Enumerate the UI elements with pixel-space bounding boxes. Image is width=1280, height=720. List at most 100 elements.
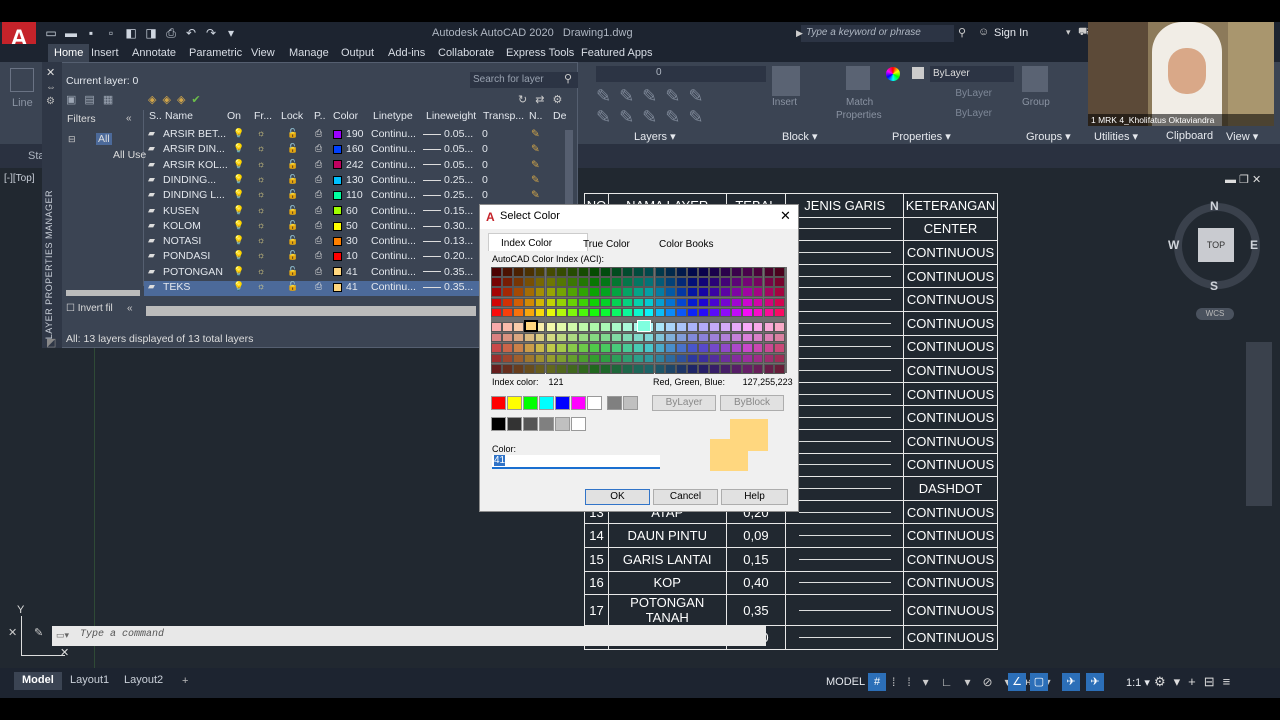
aci-color-cell[interactable] [763, 353, 775, 364]
aci-color-cell[interactable] [741, 307, 753, 318]
aci-color-cell[interactable] [567, 267, 579, 277]
aci-color-cell[interactable] [654, 364, 666, 374]
aci-color-cell[interactable] [741, 332, 753, 343]
aci-color-cell[interactable] [698, 277, 709, 287]
aci-color-cell[interactable] [545, 332, 557, 343]
aci-color-cell[interactable] [687, 307, 699, 318]
gray-color-cell[interactable] [555, 417, 570, 431]
aci-color-cell[interactable] [556, 332, 568, 343]
aci-color-cell[interactable] [523, 364, 535, 374]
color-input[interactable]: 41 [492, 455, 660, 469]
aci-color-cell[interactable] [774, 353, 786, 364]
aci-color-cell[interactable] [687, 353, 699, 364]
aci-color-cell[interactable] [545, 343, 557, 353]
layer-lineweight[interactable]: 0.05... [423, 128, 473, 140]
layer-lineweight[interactable]: 0.20... [423, 250, 473, 262]
column-header-color-6[interactable]: Color [333, 110, 359, 128]
line-tool-icon[interactable] [10, 68, 34, 92]
aci-color-cell[interactable] [654, 353, 666, 364]
layer-color[interactable]: 110 [333, 189, 363, 201]
aci-color-cell[interactable] [709, 267, 720, 277]
aci-color-cell[interactable] [676, 277, 688, 287]
layer-linetype[interactable]: Continu... [371, 235, 416, 247]
aci-color-cell[interactable] [698, 287, 709, 297]
status-icon[interactable]: ▰ [148, 159, 155, 170]
aci-color-cell[interactable] [578, 332, 590, 343]
plot-icon[interactable]: ⎙ [315, 220, 322, 231]
column-header-fr-3[interactable]: Fr... [254, 110, 273, 128]
aci-color-cell[interactable] [578, 277, 590, 287]
aci-color-cell[interactable] [621, 364, 633, 374]
aci-color-cell[interactable] [763, 277, 775, 287]
tab-output[interactable]: Output [341, 47, 374, 59]
select-color-dialog[interactable]: Select Color A ✕ Index Color True Color … [479, 204, 799, 512]
aci-color-cell[interactable] [654, 307, 666, 318]
layer-lineweight[interactable]: 0.15... [423, 205, 473, 217]
model-space-button[interactable]: MODEL [826, 676, 865, 688]
gray-color-cell[interactable] [571, 417, 586, 431]
layer-color[interactable]: 242 [333, 159, 364, 171]
layer-transparency[interactable]: 0 [482, 159, 488, 171]
aci-color-cell[interactable] [687, 332, 699, 343]
gray-color-cell[interactable] [523, 417, 538, 431]
plot-icon[interactable]: ⎙ [315, 281, 322, 292]
aci-color-cell[interactable] [752, 267, 764, 277]
aci-color-cell[interactable] [501, 322, 513, 332]
aci-color-cell[interactable] [730, 332, 742, 343]
on-bulb-icon[interactable]: 💡 [233, 281, 244, 292]
command-input[interactable]: Type a command [52, 626, 766, 646]
aci-color-cell[interactable] [501, 307, 513, 318]
aci-color-cell[interactable] [741, 277, 753, 287]
collapse-filter-icon[interactable]: « [126, 113, 132, 124]
lock-icon[interactable]: 🔓 [287, 128, 298, 139]
aci-color-cell[interactable] [719, 277, 731, 287]
aci-color-cell[interactable] [556, 307, 568, 318]
tab-home[interactable]: Home [48, 44, 90, 62]
aci-color-cell[interactable] [719, 297, 731, 308]
aci-color-cell[interactable] [600, 287, 611, 297]
aci-color-cell[interactable] [545, 267, 557, 277]
aci-color-cell[interactable] [774, 287, 786, 297]
aci-color-cell[interactable] [774, 297, 786, 308]
layer-linetype[interactable]: Continu... [371, 143, 416, 155]
aci-color-cell[interactable] [523, 332, 535, 343]
layer-color[interactable]: 50 [333, 220, 358, 232]
standard-color-cell[interactable] [607, 396, 622, 410]
layer-linetype[interactable]: Continu... [371, 159, 416, 171]
aci-color-cell[interactable] [709, 287, 720, 297]
column-header-p-5[interactable]: P.. [314, 110, 326, 128]
layer-row[interactable]: ▰ ARSIR KOL... 💡 ☼ 🔓 ⎙ 242 Continu... 0.05... 0 ✎ [144, 159, 564, 174]
aci-color-cell[interactable] [730, 287, 742, 297]
aci-color-cell[interactable] [719, 343, 731, 353]
on-bulb-icon[interactable]: 💡 [233, 143, 244, 154]
close-palette-icon[interactable]: ✕ [46, 66, 55, 79]
aci-color-cell[interactable] [545, 353, 557, 364]
aci-color-cell[interactable] [654, 277, 666, 287]
layer-row[interactable]: ▰ ARSIR DIN... 💡 ☼ 🔓 ⎙ 160 Continu... 0.05... 0 ✎ [144, 143, 564, 158]
aci-color-cell[interactable] [621, 297, 633, 308]
aci-color-cell[interactable] [491, 307, 502, 318]
tab-manage[interactable]: Manage [289, 47, 329, 59]
layer-name[interactable]: PONDASI [163, 250, 210, 262]
color-dropdown[interactable]: ByLayer [930, 66, 1014, 82]
freeze-sun-icon[interactable]: ☼ [257, 220, 265, 230]
aci-color-cell[interactable] [610, 297, 622, 308]
group-label[interactable]: Group [1022, 97, 1050, 108]
group-icon[interactable] [1022, 66, 1048, 92]
layer-linetype[interactable]: Continu... [371, 281, 416, 293]
aci-color-cell[interactable] [752, 322, 764, 332]
new-layer-vp-frozen-icon[interactable]: ◈ [162, 93, 170, 106]
aci-color-cell[interactable] [763, 322, 775, 332]
palette-properties-icon[interactable]: ⚙ [46, 96, 55, 107]
aci-color-cell[interactable] [523, 287, 535, 297]
layer-color[interactable]: 30 [333, 235, 358, 247]
aci-color-cell[interactable] [719, 322, 731, 332]
layer-lineweight[interactable]: 0.30... [423, 220, 473, 232]
filter-tools[interactable]: ▣ ▤ ▦ [66, 93, 113, 106]
tab-collaborate[interactable]: Collaborate [438, 47, 494, 59]
freeze-sun-icon[interactable]: ☼ [257, 281, 265, 291]
aci-color-cell[interactable] [665, 307, 677, 318]
aci-color-cell[interactable] [600, 353, 611, 364]
aci-color-cell[interactable] [665, 364, 677, 374]
aci-color-cell[interactable] [752, 307, 764, 318]
